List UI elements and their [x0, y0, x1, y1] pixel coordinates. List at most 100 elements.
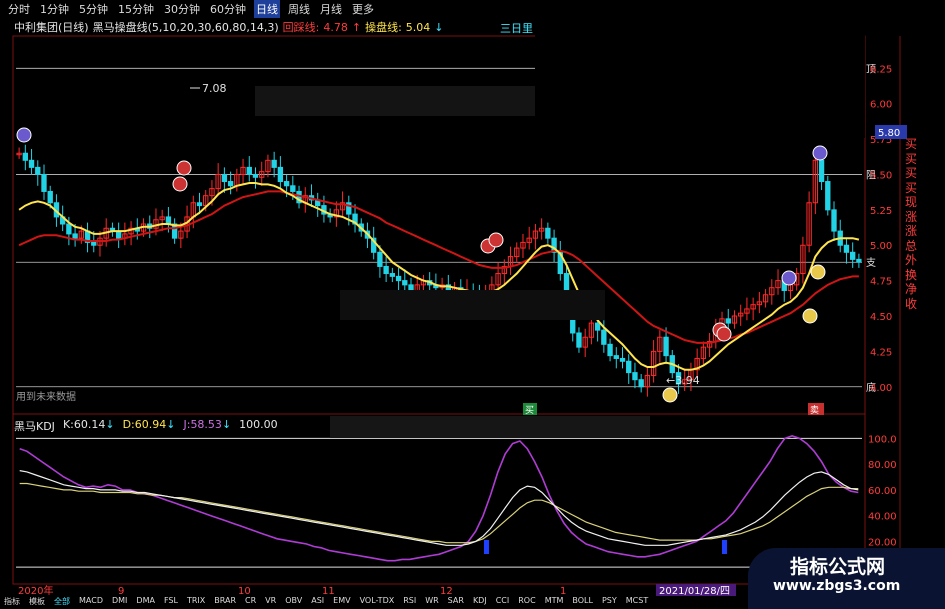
- side-item-0: 买: [905, 137, 918, 151]
- signal-face-icon-4: [172, 176, 188, 192]
- side-item-4: 现: [905, 195, 918, 209]
- timeframe-1[interactable]: 1分钟: [38, 0, 71, 18]
- indicator-tab-8[interactable]: BRAR: [214, 596, 236, 609]
- timeframe-6[interactable]: 日线: [254, 0, 280, 18]
- price-tick-0: 6.25: [870, 64, 892, 75]
- candle-body-43: [283, 181, 290, 187]
- current-price-label: 5.80: [878, 128, 900, 139]
- d-arrow: ↓: [166, 418, 176, 431]
- signal-face-icon-3: [176, 160, 192, 176]
- indicator-tab-19[interactable]: CCI: [496, 596, 510, 609]
- indicator-tab-14[interactable]: VOL-TDX: [360, 596, 395, 609]
- blurred-region: [255, 86, 535, 116]
- timeframe-8[interactable]: 月线: [318, 0, 344, 18]
- j-arrow: ↓: [221, 418, 232, 431]
- sanri-label: 三日里: [500, 22, 533, 35]
- price-tick-1: 6.00: [870, 100, 892, 111]
- signal-face-icon-9: [662, 387, 678, 403]
- side-item-2: 买: [905, 166, 918, 180]
- indicator-tab-10[interactable]: VR: [265, 596, 276, 609]
- timeframe-7[interactable]: 周线: [286, 0, 312, 18]
- indicator-tab-2[interactable]: 全部: [54, 596, 70, 609]
- price-tick-4: 5.25: [870, 206, 892, 217]
- indicator-tab-11[interactable]: OBV: [285, 596, 302, 609]
- ma-yellow-line: [18, 182, 860, 371]
- signal-face-icon-6: [488, 232, 504, 248]
- indicator-tab-18[interactable]: KDJ: [473, 596, 487, 609]
- indicator-tab-4[interactable]: DMI: [112, 596, 127, 609]
- low-marker-label: ←3.94: [666, 374, 700, 387]
- candle-body-129: [818, 159, 825, 183]
- candle-body-93: [594, 322, 601, 331]
- price-tick-7: 4.50: [870, 312, 892, 323]
- indicator-tab-3[interactable]: MACD: [79, 596, 103, 609]
- kdj-header: 黑马KDJ K:60.14↓ D:60.94↓ J:58.53↓ 100.00: [14, 418, 278, 434]
- timeframe-5[interactable]: 60分钟: [208, 0, 248, 18]
- indicator-tab-24[interactable]: MCST: [626, 596, 648, 609]
- indicator-name[interactable]: 黑马操盘线(5,10,20,30,60,80,14,3): [93, 19, 279, 35]
- timeframe-4[interactable]: 30分钟: [162, 0, 202, 18]
- indicator-tab-20[interactable]: ROC: [518, 596, 535, 609]
- timeframe-0[interactable]: 分时: [6, 0, 32, 18]
- indicator-tab-9[interactable]: CR: [245, 596, 256, 609]
- signal-face-icon-0: [16, 127, 32, 143]
- indicator-tab-0[interactable]: 指标: [4, 596, 20, 609]
- kdj-k-line: [19, 470, 859, 546]
- candle-body-44: [290, 185, 296, 192]
- side-item-3: 买: [905, 180, 918, 195]
- candle-body-16: [115, 230, 122, 239]
- timeframe-2[interactable]: 5分钟: [77, 0, 110, 18]
- indicator-tab-5[interactable]: DMA: [136, 596, 155, 609]
- candle-body-4: [41, 173, 47, 192]
- line1-label: 回踩线:: [282, 21, 320, 34]
- candle-body-3: [35, 166, 41, 175]
- indicator-tab-13[interactable]: EMV: [333, 596, 350, 609]
- timeframe-9[interactable]: 更多: [350, 0, 376, 18]
- candle-body-2: [28, 159, 35, 168]
- candle-body-98: [626, 360, 632, 374]
- side-item-9: 换: [905, 267, 918, 282]
- kdj-tick-0: 100.0: [868, 434, 897, 445]
- indicator-title-bar: 中利集团(日线) 黑马操盘线(5,10,20,30,60,80,14,3) 回踩…: [14, 18, 444, 36]
- candle-body-33: [221, 173, 228, 183]
- candle-body-96: [613, 355, 619, 359]
- d-value: 60.94: [134, 418, 167, 431]
- sell-marker-label: 卖: [810, 405, 819, 416]
- indicator-tab-15[interactable]: RSI: [403, 596, 416, 609]
- candle-body-60: [389, 273, 396, 277]
- candle-body-12: [91, 241, 97, 246]
- kdj-tick-1: 80.00: [868, 460, 897, 471]
- signal-face-icon-2: [781, 270, 797, 286]
- candle-body-1: [22, 152, 29, 161]
- indicator-tab-6[interactable]: FSL: [164, 596, 178, 609]
- indicator-tab-21[interactable]: MTM: [545, 596, 564, 609]
- kdj-name[interactable]: 黑马KDJ: [14, 418, 55, 434]
- candle-body-90: [576, 332, 582, 348]
- price-tick-5: 5.00: [870, 241, 892, 252]
- timeframe-3[interactable]: 15分钟: [116, 0, 156, 18]
- candle-body-8: [66, 223, 72, 235]
- kdj-panel-frame: [12, 413, 866, 585]
- indicator-tab-12[interactable]: ASI: [311, 596, 324, 609]
- indicator-tab-7[interactable]: TRIX: [187, 596, 205, 609]
- candle-body-104: [663, 336, 669, 357]
- candle-body-99: [632, 372, 638, 381]
- kdj-tick-2: 60.00: [868, 486, 897, 497]
- candle-body-94: [601, 329, 607, 345]
- kdj-tick-4: 20.00: [868, 537, 897, 548]
- indicator-tab-23[interactable]: PSY: [602, 596, 617, 609]
- indicator-tab-22[interactable]: BOLL: [572, 596, 593, 609]
- line2-label: 操盘线:: [365, 21, 402, 34]
- watermark-title: 指标公式网: [790, 556, 886, 578]
- side-item-11: 收: [905, 296, 918, 311]
- indicator-tab-1[interactable]: 模板: [29, 596, 45, 609]
- price-tick-3: 5.50: [870, 170, 892, 181]
- zone-label-support: 支: [866, 257, 876, 269]
- indicator-tab-16[interactable]: WR: [425, 596, 438, 609]
- candle-body-58: [377, 251, 383, 267]
- indicator-tab-17[interactable]: SAR: [448, 596, 464, 609]
- hidden-area: [535, 18, 865, 138]
- future-note: 用到未来数据: [16, 390, 76, 403]
- price-tick-8: 4.25: [870, 347, 892, 358]
- candle-body-100: [638, 379, 644, 388]
